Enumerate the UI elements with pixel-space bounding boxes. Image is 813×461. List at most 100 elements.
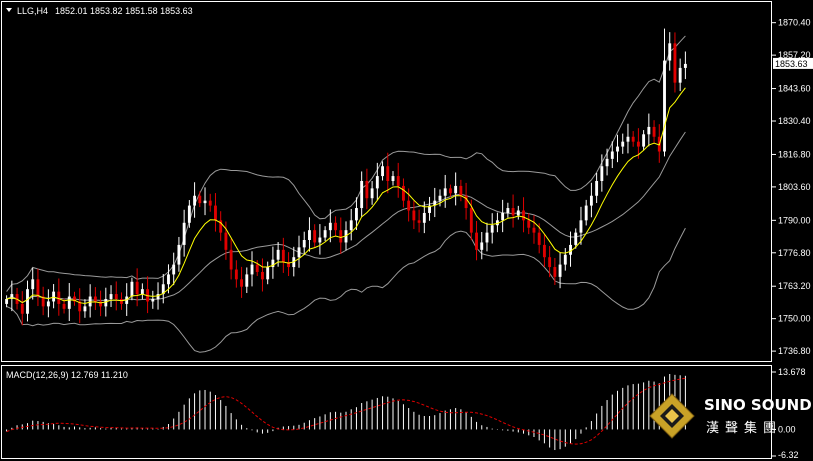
candle: [203, 187, 207, 216]
candle: [172, 252, 176, 286]
candle: [678, 58, 682, 92]
candle-body: [475, 232, 478, 250]
candle-body: [172, 264, 176, 275]
candle-body: [605, 158, 609, 167]
candle-body: [636, 141, 640, 147]
candle: [480, 231, 484, 260]
candle: [5, 295, 9, 308]
candle-body: [553, 267, 557, 277]
candle: [52, 284, 56, 309]
candle: [360, 171, 364, 217]
candle: [683, 51, 687, 80]
candle: [93, 287, 97, 310]
bollinger-upper-line: [6, 35, 686, 292]
candle-body: [480, 242, 484, 250]
candle: [78, 288, 82, 324]
candle-body: [522, 210, 525, 221]
candle: [135, 268, 139, 307]
candle-body: [563, 254, 567, 265]
candlesticks: [5, 28, 687, 326]
candle-body: [20, 303, 24, 314]
candle: [334, 216, 337, 236]
candle: [281, 237, 285, 273]
candle-body: [417, 220, 421, 223]
candle: [495, 212, 499, 233]
candle-body: [46, 301, 50, 307]
candle: [506, 202, 510, 218]
candle-body: [261, 271, 264, 280]
candle-body: [240, 279, 244, 287]
candle-body: [490, 225, 494, 233]
symbol-label: LLG,H4: [17, 6, 48, 16]
candle-body: [610, 151, 614, 159]
candle: [621, 133, 625, 154]
candle: [663, 28, 666, 157]
candle: [219, 211, 223, 241]
logo-chinese: 漢聲集團: [706, 420, 782, 436]
candle-body: [558, 264, 562, 277]
candle-body: [360, 181, 364, 209]
candle: [240, 266, 244, 298]
candle-body: [339, 230, 343, 243]
candle-body: [349, 220, 353, 231]
candle-body: [140, 289, 144, 295]
price-tick-label: 1790.00: [778, 215, 811, 225]
candle-body: [198, 195, 202, 204]
candle: [428, 196, 431, 221]
candle-body: [365, 181, 369, 199]
candle: [532, 215, 536, 244]
price-tick-label: 1803.60: [778, 182, 811, 192]
candle-body: [574, 232, 578, 245]
candle-body: [104, 299, 108, 307]
candle-body: [156, 294, 160, 299]
candle-body: [67, 296, 71, 309]
candle: [245, 267, 249, 293]
candle-body: [407, 200, 411, 211]
candle: [464, 182, 468, 220]
candle: [511, 194, 515, 228]
candle: [67, 283, 71, 322]
candle-body: [448, 188, 452, 194]
candle-body: [642, 134, 646, 147]
logo-english: SINO SOUND: [704, 396, 812, 414]
macd-histogram: [6, 374, 686, 451]
candle: [365, 168, 369, 210]
candle: [88, 284, 92, 318]
candle-body: [302, 240, 306, 248]
candle-body: [396, 176, 400, 186]
candle: [433, 187, 437, 218]
candle-body: [193, 195, 197, 206]
candle: [41, 286, 45, 316]
dropdown-triangle-icon[interactable]: [6, 8, 12, 12]
candle: [250, 251, 254, 287]
candle: [308, 217, 311, 252]
candle: [485, 222, 489, 252]
candle-body: [318, 237, 322, 243]
candle: [182, 209, 186, 257]
candle: [595, 172, 599, 204]
price-tick-label: 1816.80: [778, 149, 811, 159]
candle: [443, 174, 447, 208]
candle-body: [276, 249, 280, 260]
candle-body: [187, 205, 191, 223]
candle: [146, 276, 150, 314]
candle-body: [370, 188, 374, 199]
candle: [57, 278, 61, 316]
candle-body: [595, 181, 599, 196]
candle-body: [99, 301, 103, 307]
candle: [83, 299, 87, 318]
trading-chart[interactable]: LLG,H4 1852.01 1853.82 1851.58 1853.63 M…: [0, 0, 813, 461]
candle-body: [391, 176, 395, 181]
price-tick-label: 1763.20: [778, 281, 811, 291]
candle: [527, 213, 531, 235]
candle-body: [52, 291, 56, 302]
candle-body: [229, 249, 233, 270]
svg-text:1853.63: 1853.63: [775, 59, 808, 69]
candle-body: [532, 227, 536, 233]
price-tick-label: 1830.40: [778, 116, 811, 126]
candle-body: [328, 222, 332, 231]
candle: [26, 280, 29, 322]
candle: [626, 123, 630, 154]
candle-body: [683, 63, 687, 68]
candle: [297, 235, 301, 268]
